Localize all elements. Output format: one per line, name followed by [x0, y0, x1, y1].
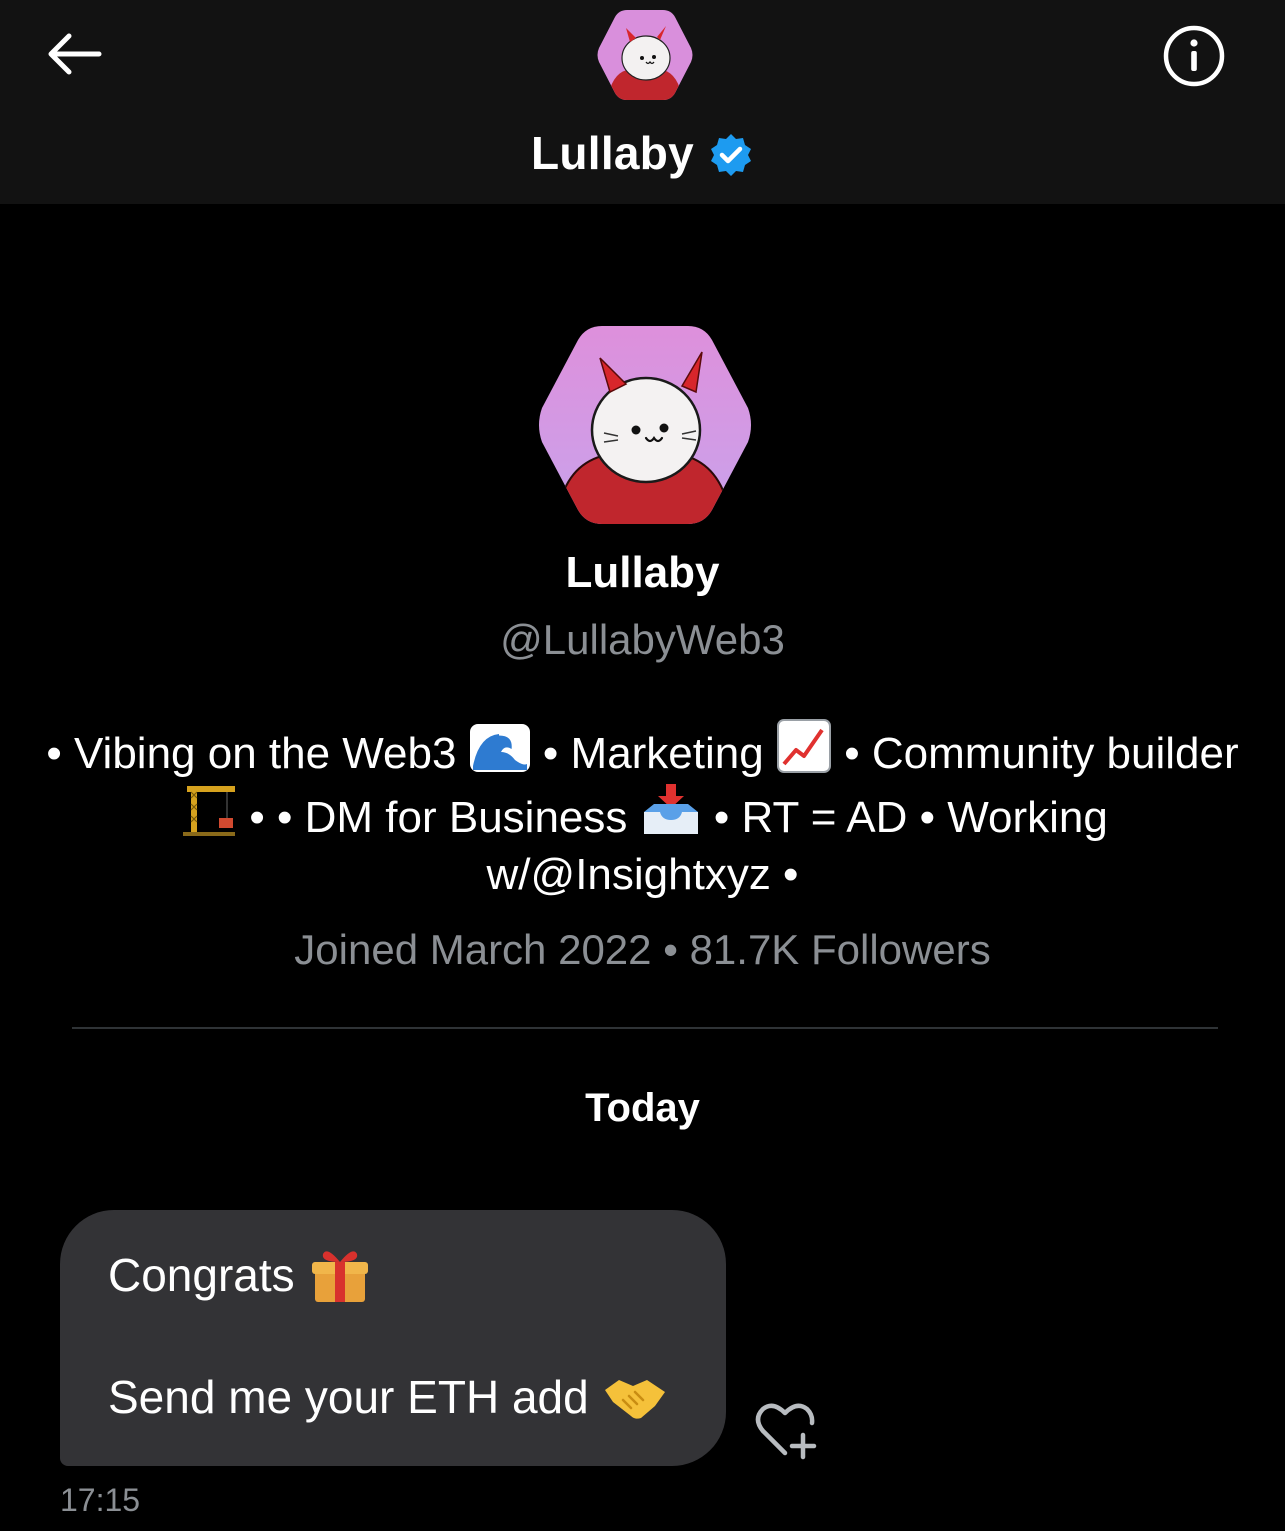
bio-segment: • • DM for Business	[249, 793, 628, 842]
date-separator: Today	[585, 1086, 700, 1130]
back-button[interactable]	[40, 24, 106, 84]
handshake-icon	[604, 1380, 665, 1419]
heart-plus-icon	[755, 1403, 817, 1460]
message-text: Congrats	[108, 1249, 295, 1301]
bio-segment: • Marketing	[542, 729, 764, 778]
header-title[interactable]: Lullaby	[0, 118, 1285, 188]
chart-increasing-icon	[776, 719, 831, 773]
inbox-tray-icon	[643, 784, 698, 834]
crane-icon	[183, 786, 236, 836]
divider	[72, 1027, 1218, 1029]
header-name: Lullaby	[530, 127, 695, 179]
bio-segment: • Vibing on the Web3	[46, 729, 457, 778]
arrow-left-icon	[48, 33, 102, 75]
message-line: Congrats	[108, 1246, 371, 1304]
info-button[interactable]	[1158, 20, 1230, 92]
profile-avatar[interactable]	[536, 322, 754, 528]
message-line: Send me your ETH add	[108, 1370, 667, 1424]
gift-icon	[311, 1251, 368, 1302]
profile-handle[interactable]: @LullabyWeb3	[0, 616, 1285, 664]
verified-badge-icon	[711, 134, 752, 176]
header-avatar[interactable]	[597, 8, 693, 102]
profile-bio: • Vibing on the Web3 • Marketing • Commu…	[40, 718, 1245, 903]
info-circle-icon	[1163, 25, 1225, 87]
conversation-header: Lullaby	[0, 0, 1285, 204]
wave-icon	[469, 724, 530, 772]
react-button[interactable]	[750, 1398, 826, 1464]
message-text: Send me your ETH add	[108, 1371, 589, 1423]
message-bubble[interactable]: Congrats Send me your ETH add	[60, 1210, 726, 1466]
message-timestamp: 17:15	[60, 1482, 141, 1518]
profile-meta: Joined March 2022 • 81.7K Followers	[294, 926, 991, 973]
bio-segment: • Community builder	[844, 729, 1239, 778]
profile-name[interactable]: Lullaby	[0, 548, 1285, 598]
